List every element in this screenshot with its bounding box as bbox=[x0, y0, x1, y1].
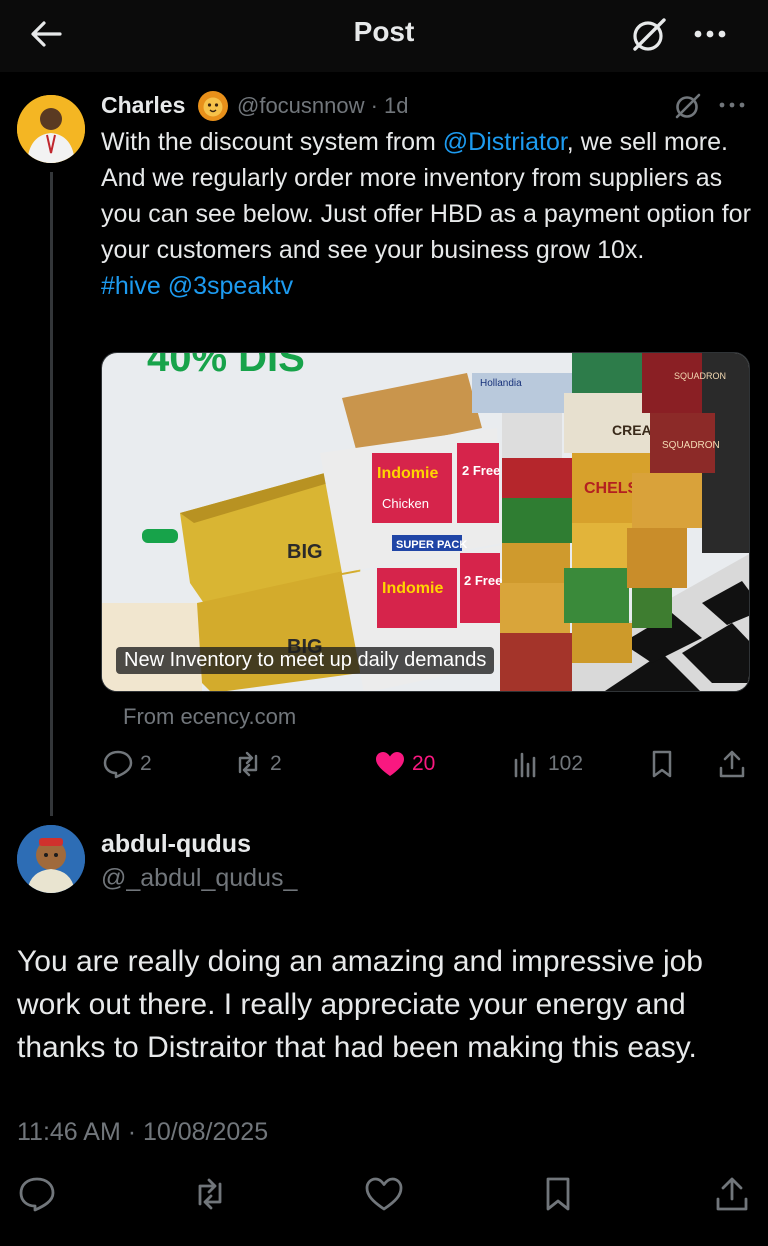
more-icon[interactable] bbox=[716, 92, 748, 118]
post-image[interactable]: 40% DIS BIG BIG Indomie Chicken 2 Free S… bbox=[101, 352, 750, 692]
image-caption: New Inventory to meet up daily demands bbox=[116, 647, 495, 674]
repost-button[interactable]: 2 bbox=[232, 742, 282, 786]
post-actions: 2 2 20 102 bbox=[0, 742, 768, 786]
reply-count: 2 bbox=[140, 752, 152, 775]
more-icon[interactable] bbox=[690, 14, 730, 54]
bookmark-icon[interactable] bbox=[538, 1174, 578, 1214]
lion-emoji-icon bbox=[198, 91, 228, 121]
reply-button[interactable]: 2 bbox=[102, 742, 152, 786]
repost-icon bbox=[238, 751, 258, 777]
bookmark-icon bbox=[652, 750, 672, 778]
handle-and-time[interactable]: @focusnnow · 1d bbox=[237, 93, 409, 119]
svg-text:2 Free: 2 Free bbox=[462, 463, 500, 478]
reply-timestamp[interactable]: 11:46 AM · 10/08/2025 bbox=[17, 1118, 268, 1147]
share-icon[interactable] bbox=[712, 1174, 752, 1214]
reply-author-name[interactable]: abdul-qudus bbox=[101, 830, 251, 859]
views-button[interactable]: 102 bbox=[510, 742, 583, 786]
hashtag-link[interactable]: #hive bbox=[101, 272, 161, 300]
svg-text:Indomie: Indomie bbox=[377, 465, 438, 482]
banner-text: 40% DIS bbox=[147, 353, 305, 380]
grok-icon[interactable] bbox=[672, 90, 704, 122]
svg-text:Hollandia: Hollandia bbox=[480, 378, 522, 389]
svg-text:Indomie: Indomie bbox=[382, 580, 443, 597]
mention-link[interactable]: @Distriator bbox=[443, 128, 567, 156]
repost-icon[interactable] bbox=[190, 1174, 230, 1214]
grok-icon[interactable] bbox=[628, 14, 670, 56]
svg-text:SQUADRON: SQUADRON bbox=[674, 371, 726, 381]
avatar[interactable] bbox=[17, 825, 85, 893]
source-link[interactable]: From ecency.com bbox=[123, 704, 296, 730]
views-count: 102 bbox=[548, 752, 584, 775]
svg-text:SQUADRON: SQUADRON bbox=[662, 440, 720, 451]
reply-actions bbox=[0, 1172, 768, 1220]
author-name[interactable]: Charles bbox=[101, 92, 185, 119]
top-bar: Post bbox=[0, 0, 768, 72]
post-text: With the discount system from @Distriato… bbox=[101, 128, 751, 300]
views-chart-icon bbox=[514, 752, 536, 778]
share-icon bbox=[719, 750, 745, 778]
svg-text:2 Free: 2 Free bbox=[464, 573, 502, 588]
reply-text: You are really doing an amazing and impr… bbox=[17, 945, 703, 1064]
heart-icon[interactable] bbox=[364, 1174, 404, 1214]
avatar[interactable] bbox=[17, 95, 85, 163]
like-button[interactable]: 20 bbox=[374, 742, 435, 786]
reply-handle[interactable]: @_abdul_qudus_ bbox=[101, 864, 297, 893]
share-button[interactable] bbox=[716, 742, 748, 786]
reply-icon bbox=[103, 750, 133, 779]
svg-text:SUPER PACK: SUPER PACK bbox=[396, 539, 467, 551]
svg-text:Chicken: Chicken bbox=[382, 496, 429, 511]
heart-filled-icon bbox=[376, 752, 404, 776]
reply-icon[interactable] bbox=[17, 1174, 57, 1214]
repost-count: 2 bbox=[270, 752, 282, 775]
bookmark-button[interactable] bbox=[646, 742, 678, 786]
like-count: 20 bbox=[412, 752, 436, 775]
mention-link[interactable]: @3speaktv bbox=[168, 272, 293, 300]
thread-connector bbox=[50, 172, 53, 816]
svg-text:BIG: BIG bbox=[287, 541, 323, 563]
